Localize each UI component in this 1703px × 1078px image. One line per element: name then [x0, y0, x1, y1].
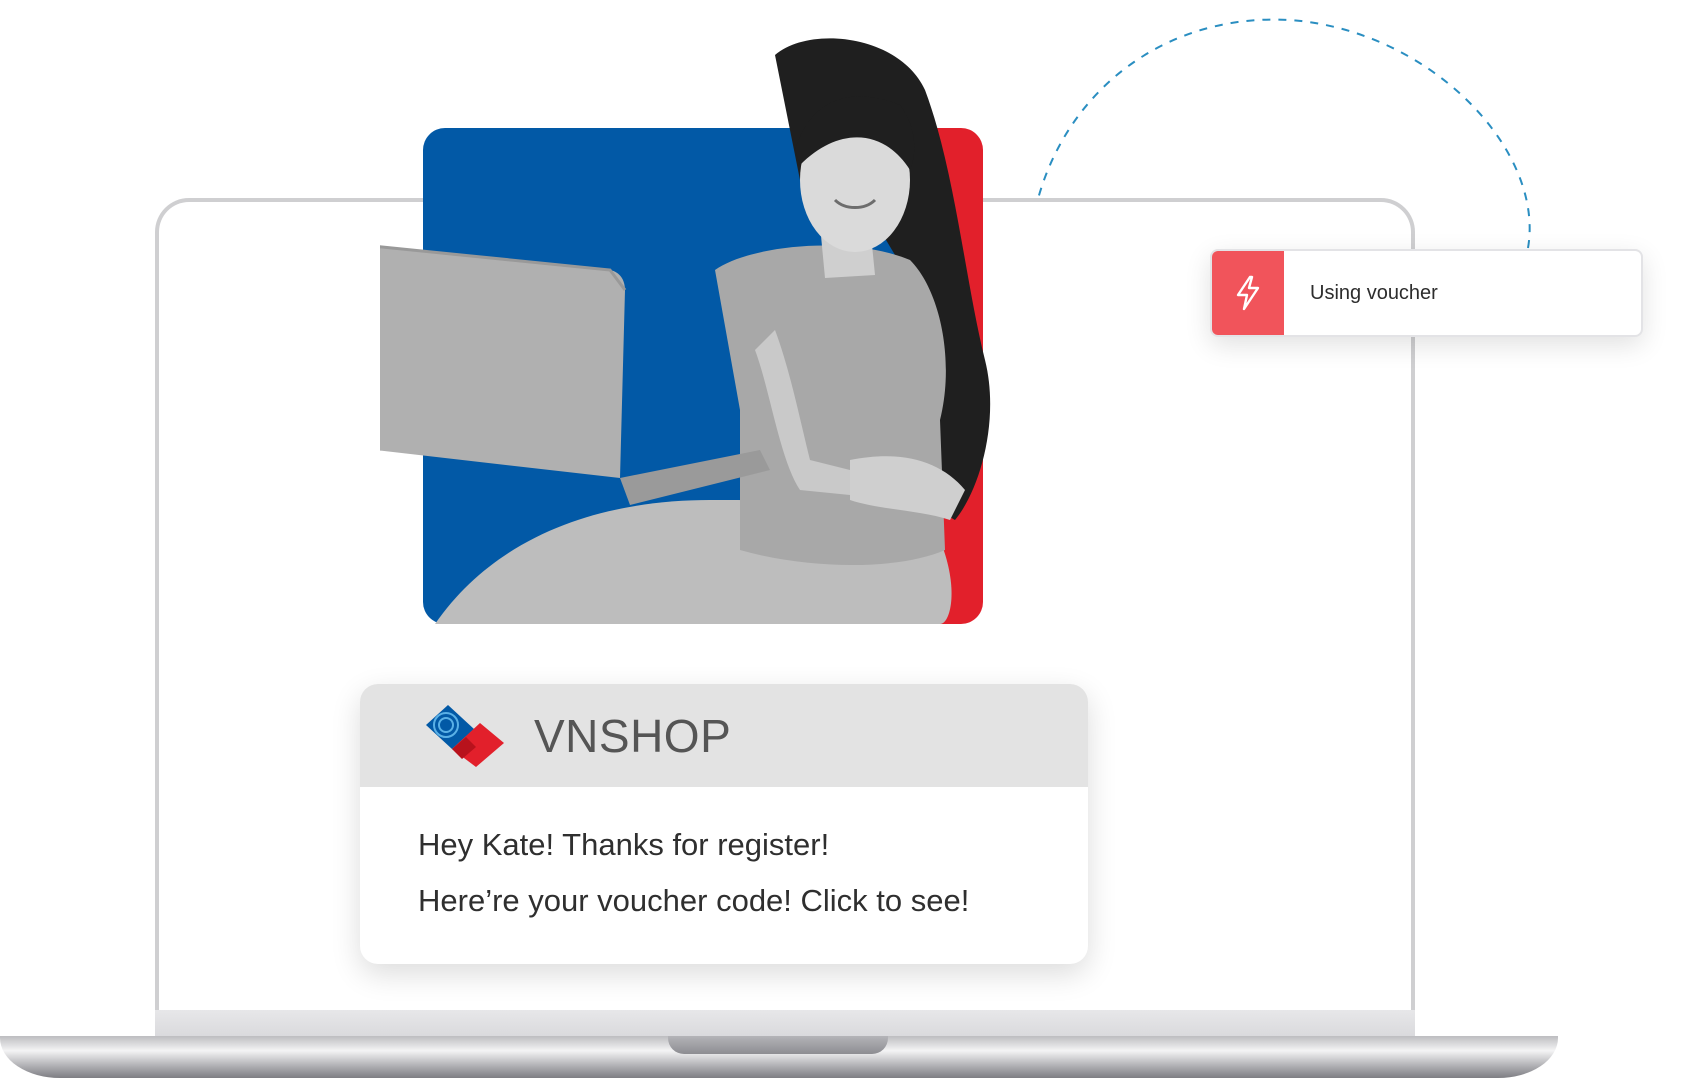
notification-greeting: Hey Kate! Thanks for register! [418, 827, 830, 862]
notification-header: VNSHOP [360, 684, 1088, 787]
voucher-chip[interactable]: Using voucher [1210, 249, 1643, 337]
lightning-bolt-icon [1236, 275, 1260, 311]
brand-name: VNSHOP [534, 709, 732, 762]
notification-voucher-message[interactable]: Here’re your voucher code! Click to see! [418, 873, 1088, 929]
woman-with-laptop-photo [380, 38, 991, 624]
notification-body: Hey Kate! Thanks for register! Here’re y… [360, 787, 1088, 929]
voucher-chip-label: Using voucher [1310, 281, 1438, 304]
vnshop-logo-icon [426, 704, 504, 767]
laptop-notch [668, 1036, 888, 1054]
notification-card[interactable]: VNSHOP Hey Kate! Thanks for register! He… [360, 684, 1088, 964]
laptop-bezel [155, 1010, 1415, 1038]
voucher-icon-box [1212, 251, 1284, 335]
